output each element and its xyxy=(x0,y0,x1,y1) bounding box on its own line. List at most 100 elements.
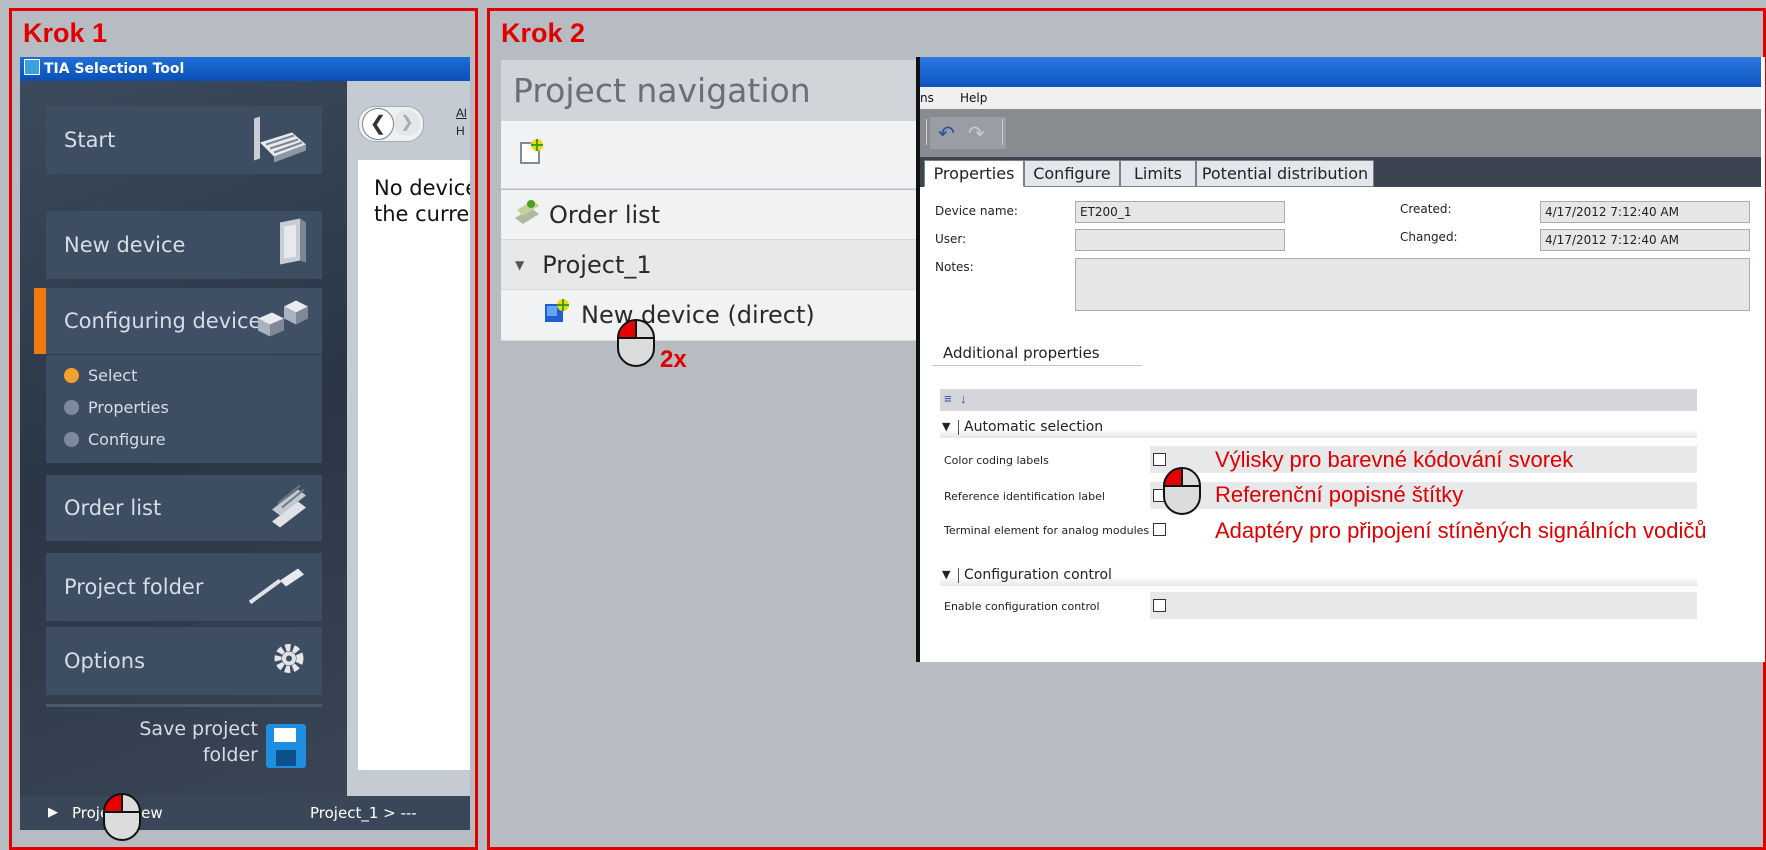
sort-alpha-icon[interactable]: ↓ xyxy=(960,391,967,406)
submenu-item-select[interactable]: Select xyxy=(64,366,137,385)
double-click-hint: 2x xyxy=(660,346,687,373)
submenu-configure-label: Configure xyxy=(88,430,166,449)
user-field[interactable] xyxy=(1075,229,1285,251)
no-device-message-line1: No device xyxy=(374,176,470,200)
section-divider-2 xyxy=(958,568,959,583)
changed-field: 4/17/2012 7:12:40 AM xyxy=(1540,229,1750,251)
properties-window-titlebar xyxy=(920,57,1761,87)
automatic-selection-label: Automatic selection xyxy=(964,419,1104,435)
nav-order-list-button[interactable]: Order list xyxy=(46,475,322,541)
expand-triangle-icon: ▶ xyxy=(48,805,58,820)
collapse-arrow-icon[interactable]: ▼ xyxy=(515,258,524,272)
order-list-item[interactable]: Order list xyxy=(501,190,916,240)
tia-app-icon xyxy=(24,59,40,75)
toolbar-separator-2 xyxy=(1002,119,1003,145)
nav-project-folder-button[interactable]: Project folder xyxy=(46,553,322,621)
order-list-icon xyxy=(268,482,310,535)
tia-window-titlebar: TIA Selection Tool xyxy=(20,57,470,81)
project-navigation-toolbar xyxy=(501,121,916,189)
save-project-label-line2: folder xyxy=(202,744,258,766)
enable-configuration-control-checkbox[interactable] xyxy=(1153,599,1166,612)
redo-icon[interactable]: ↷ xyxy=(968,121,985,146)
tab-properties[interactable]: Properties xyxy=(924,160,1024,187)
tab-potential-distribution[interactable]: Potential distribution xyxy=(1196,160,1374,187)
menu-bar: ns Help xyxy=(920,87,1761,109)
properties-status-dot xyxy=(64,400,79,415)
select-status-dot xyxy=(64,368,79,383)
mouse-click-icon xyxy=(102,792,142,847)
nav-options-label: Options xyxy=(64,649,146,673)
section-collapse-icon[interactable]: ▼ xyxy=(942,420,950,433)
new-device-icon xyxy=(543,298,571,332)
breadcrumb-bottom: H xyxy=(456,124,465,138)
start-icon xyxy=(248,111,310,170)
order-list-icon xyxy=(513,198,541,232)
configuration-control-section[interactable]: ▼ Configuration control xyxy=(940,566,1697,586)
section-divider xyxy=(958,420,959,435)
add-item-icon[interactable] xyxy=(517,137,547,173)
project-path: Project_1 > --- xyxy=(310,804,417,822)
additional-properties-heading: Additional properties xyxy=(943,344,1100,362)
project-node-label: Project_1 xyxy=(542,250,652,279)
color-coding-label: Color coding labels xyxy=(944,454,1049,467)
nav-order-list-label: Order list xyxy=(64,496,162,520)
submenu-item-configure[interactable]: Configure xyxy=(64,430,166,449)
menu-item-help[interactable]: Help xyxy=(960,91,987,105)
enable-configuration-control-label: Enable configuration control xyxy=(944,600,1100,613)
terminal-element-checkbox[interactable] xyxy=(1153,523,1166,536)
changed-label: Changed: xyxy=(1400,230,1458,244)
color-coding-checkbox[interactable] xyxy=(1153,453,1166,466)
forward-arrow-icon[interactable]: ❯ xyxy=(394,110,420,136)
no-device-message-line2: the curre xyxy=(374,202,470,226)
nav-active-indicator xyxy=(34,288,46,354)
configure-status-dot xyxy=(64,432,79,447)
nav-configuring-devices-button[interactable]: Configuring devices xyxy=(46,288,322,354)
property-row-enable-configuration-control: Enable configuration control xyxy=(940,592,1697,619)
reference-identification-label: Reference identification label xyxy=(944,490,1105,503)
project-tree-node[interactable]: ▼ Project_1 xyxy=(501,240,916,290)
save-project-folder-button[interactable]: Save project folder xyxy=(46,710,322,782)
back-arrow-icon[interactable]: ❮ xyxy=(362,108,394,140)
nav-separator xyxy=(46,704,322,707)
save-project-label-line1: Save project xyxy=(139,718,258,740)
nav-new-device-button[interactable]: New device xyxy=(46,211,322,279)
nav-start-button[interactable]: Start xyxy=(46,106,322,174)
annotation-color-coding: Výlisky pro barevné kódování svorek xyxy=(1215,447,1574,472)
created-label: Created: xyxy=(1400,202,1452,216)
tab-configure[interactable]: Configure xyxy=(1024,160,1120,187)
screwdriver-icon xyxy=(246,563,310,612)
section-collapse-icon-2[interactable]: ▼ xyxy=(942,568,950,581)
submenu-select-label: Select xyxy=(88,366,138,385)
sort-category-icon[interactable]: ≡ xyxy=(944,391,952,406)
configuration-control-label: Configuration control xyxy=(964,567,1112,583)
notes-field[interactable] xyxy=(1075,258,1750,311)
tab-limits[interactable]: Limits xyxy=(1120,160,1196,187)
device-name-label: Device name: xyxy=(935,204,1018,218)
annotation-shielding-adapters: Adaptéry pro připojení stíněných signáln… xyxy=(1215,518,1707,543)
configuring-devices-icon xyxy=(252,299,310,344)
project-navigation-title: Project navigation xyxy=(501,60,916,121)
save-floppy-icon xyxy=(266,724,306,773)
undo-icon[interactable]: ↶ xyxy=(938,121,955,146)
order-list-label: Order list xyxy=(549,200,661,229)
device-name-field[interactable]: ET200_1 xyxy=(1075,201,1285,223)
created-field: 4/17/2012 7:12:40 AM xyxy=(1540,201,1750,223)
toolbar: ↶ ↷ xyxy=(920,109,1761,157)
tia-content-panel xyxy=(358,160,470,770)
breadcrumb-top[interactable]: Al xyxy=(456,106,467,120)
menu-item-partial[interactable]: ns xyxy=(920,91,934,105)
annotation-reference-labels: Referenční popisné štítky xyxy=(1215,482,1464,507)
nav-options-button[interactable]: Options xyxy=(46,627,322,695)
terminal-element-label: Terminal element for analog modules xyxy=(944,524,1150,537)
notes-label: Notes: xyxy=(935,260,974,274)
new-device-icon xyxy=(270,217,310,274)
submenu-item-properties[interactable]: Properties xyxy=(64,398,169,417)
tia-window-title: TIA Selection Tool xyxy=(44,61,185,77)
enable-configuration-control-value-cell xyxy=(1150,592,1697,619)
automatic-selection-section[interactable]: ▼ Automatic selection xyxy=(940,418,1697,438)
checkbox-click-mouse-icon xyxy=(1162,466,1202,521)
additional-properties-underline xyxy=(932,365,1142,366)
new-device-direct-item[interactable]: New device (direct) xyxy=(501,290,916,341)
nav-start-label: Start xyxy=(64,128,116,152)
step2-label: Krok 2 xyxy=(501,18,586,48)
